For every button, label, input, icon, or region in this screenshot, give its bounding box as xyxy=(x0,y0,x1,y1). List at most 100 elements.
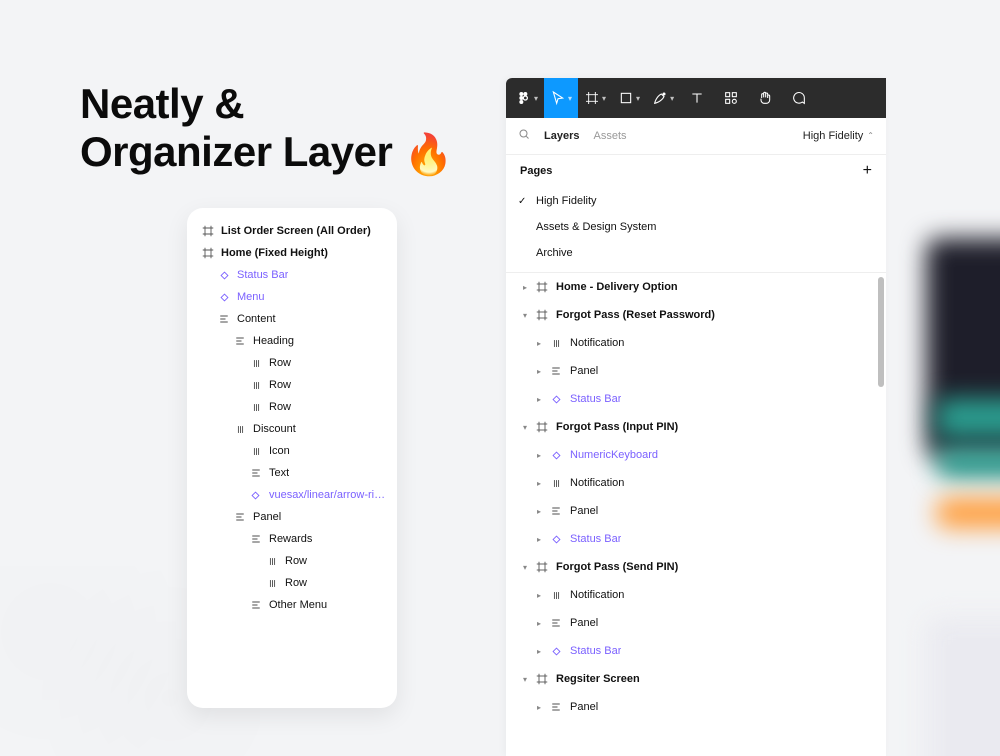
page-item[interactable]: Archive xyxy=(506,240,886,266)
chevron-right-icon[interactable]: ▸ xyxy=(532,535,546,544)
layer-row[interactable]: ▸NumericKeyboard xyxy=(506,441,886,469)
page-label: High Fidelity xyxy=(536,195,597,207)
layer-row[interactable]: ▸Notification xyxy=(506,329,886,357)
chevron-right-icon[interactable]: ▸ xyxy=(532,591,546,600)
auto-icon xyxy=(249,533,263,545)
layer-row[interactable]: ▸ Panel xyxy=(506,357,886,385)
pen-tool[interactable]: ▾ xyxy=(646,78,680,118)
mini-layer-row[interactable]: Discount xyxy=(195,418,389,440)
mini-layer-label: List Order Screen (All Order) xyxy=(221,225,371,237)
layer-row[interactable]: ▸ Status Bar xyxy=(506,525,886,553)
mini-layer-label: Text xyxy=(269,467,289,479)
page-item[interactable]: High Fidelity xyxy=(506,188,886,214)
chevron-right-icon[interactable]: ▸ xyxy=(532,507,546,516)
bars-icon xyxy=(249,402,263,413)
figma-app: ▾ ▾ ▾ ▾ ▾ Layers Assets High Fidelity ⌃ Page… xyxy=(506,78,886,756)
mini-layer-label: Row xyxy=(269,401,291,413)
shape-tool[interactable]: ▾ xyxy=(612,78,646,118)
comment-tool[interactable] xyxy=(782,78,816,118)
mini-layer-row[interactable]: Panel xyxy=(195,506,389,528)
layer-label: Regsiter Screen xyxy=(556,673,640,685)
layer-row[interactable]: ▸Panel xyxy=(506,497,886,525)
pages-header: Pages + xyxy=(506,154,886,186)
page-item[interactable]: Assets & Design System xyxy=(506,214,886,240)
layer-label: Panel xyxy=(570,365,598,377)
chevron-right-icon[interactable]: ▸ xyxy=(532,339,546,348)
chevron-right-icon[interactable]: ▸ xyxy=(532,703,546,712)
chevron-up-icon: ⌃ xyxy=(867,131,874,140)
mini-layer-row[interactable]: Row xyxy=(195,550,389,572)
chevron-right-icon[interactable]: ▸ xyxy=(532,367,546,376)
layer-label: Panel xyxy=(570,617,598,629)
bars-icon xyxy=(265,556,279,567)
mini-layer-row[interactable]: Row xyxy=(195,352,389,374)
mini-layer-row[interactable]: Heading xyxy=(195,330,389,352)
layer-row[interactable]: ▸ Panel xyxy=(506,609,886,637)
hero-line2: Organizer Layer xyxy=(80,128,392,175)
mini-layer-row[interactable]: Row xyxy=(195,396,389,418)
add-page-button[interactable]: + xyxy=(863,162,872,180)
mini-layer-row[interactable]: Status Bar xyxy=(195,264,389,286)
layer-row[interactable]: ▸Notification xyxy=(506,581,886,609)
layer-row[interactable]: ▸Status Bar xyxy=(506,385,886,413)
resources[interactable] xyxy=(714,78,748,118)
mini-layer-label: Content xyxy=(237,313,276,325)
chevron-right-icon[interactable]: ▸ xyxy=(532,395,546,404)
chevron-right-icon[interactable]: ▸ xyxy=(532,647,546,656)
page-dropdown[interactable]: High Fidelity ⌃ xyxy=(803,130,874,142)
bars-icon xyxy=(249,446,263,457)
mini-layer-row[interactable]: Menu xyxy=(195,286,389,308)
mini-layer-row[interactable]: Rewards xyxy=(195,528,389,550)
main-menu[interactable]: ▾ xyxy=(510,78,544,118)
bars-icon xyxy=(249,358,263,369)
layer-row[interactable]: ▸Panel xyxy=(506,693,886,721)
layer-row[interactable]: ▸Status Bar xyxy=(506,637,886,665)
text-tool[interactable] xyxy=(680,78,714,118)
chevron-right-icon[interactable]: ▸ xyxy=(532,451,546,460)
chevron-down-icon[interactable]: ▾ xyxy=(518,311,532,320)
mini-layer-label: Heading xyxy=(253,335,294,347)
frame-tool[interactable]: ▾ xyxy=(578,78,612,118)
layer-row[interactable]: ▾ Regsiter Screen xyxy=(506,665,886,693)
diamond-icon xyxy=(548,394,564,405)
bars-icon xyxy=(249,380,263,391)
chevron-down-icon: ▾ xyxy=(568,94,572,103)
move-tool[interactable]: ▾ xyxy=(544,78,578,118)
layer-row[interactable]: ▾Forgot Pass (Input PIN) xyxy=(506,413,886,441)
mini-layer-label: Row xyxy=(285,577,307,589)
mini-layer-row[interactable]: Row xyxy=(195,374,389,396)
chevron-down-icon[interactable]: ▾ xyxy=(518,675,532,684)
chevron-right-icon[interactable]: ▸ xyxy=(532,619,546,628)
layer-row[interactable]: ▾Forgot Pass (Reset Password) xyxy=(506,301,886,329)
chevron-right-icon[interactable]: ▸ xyxy=(518,283,532,292)
scrollbar-thumb[interactable] xyxy=(878,277,884,387)
tab-layers[interactable]: Layers xyxy=(544,130,579,142)
pages-list: High Fidelity Assets & Design SystemArchi… xyxy=(506,186,886,272)
mini-layer-row[interactable]: Content xyxy=(195,308,389,330)
search-icon[interactable] xyxy=(518,128,530,143)
diamond-icon xyxy=(548,534,564,545)
mini-layer-row[interactable]: vuesax/linear/arrow-right xyxy=(195,484,389,506)
chevron-down-icon[interactable]: ▾ xyxy=(518,423,532,432)
mini-layer-row[interactable]: Row xyxy=(195,572,389,594)
diamond-icon xyxy=(217,270,231,281)
chevron-down-icon: ▾ xyxy=(636,94,640,103)
mini-layer-row[interactable]: List Order Screen (All Order) xyxy=(195,220,389,242)
chevron-down-icon[interactable]: ▾ xyxy=(518,563,532,572)
mini-layer-row[interactable]: Text xyxy=(195,462,389,484)
bars-icon xyxy=(548,338,564,349)
layer-row[interactable]: ▸ Home - Delivery Option xyxy=(506,273,886,301)
side-tabs: Layers Assets High Fidelity ⌃ xyxy=(506,118,886,154)
diamond-icon xyxy=(249,490,263,501)
layer-label: Status Bar xyxy=(570,533,621,545)
mini-layer-row[interactable]: Home (Fixed Height) xyxy=(195,242,389,264)
mini-layer-row[interactable]: Other Menu xyxy=(195,594,389,616)
hand-tool[interactable] xyxy=(748,78,782,118)
chevron-right-icon[interactable]: ▸ xyxy=(532,479,546,488)
mini-layer-row[interactable]: Icon xyxy=(195,440,389,462)
layer-row[interactable]: ▸Notification xyxy=(506,469,886,497)
tab-assets[interactable]: Assets xyxy=(593,130,626,142)
bars-icon xyxy=(233,424,247,435)
layer-row[interactable]: ▾Forgot Pass (Send PIN) xyxy=(506,553,886,581)
layer-label: Home - Delivery Option xyxy=(556,281,678,293)
